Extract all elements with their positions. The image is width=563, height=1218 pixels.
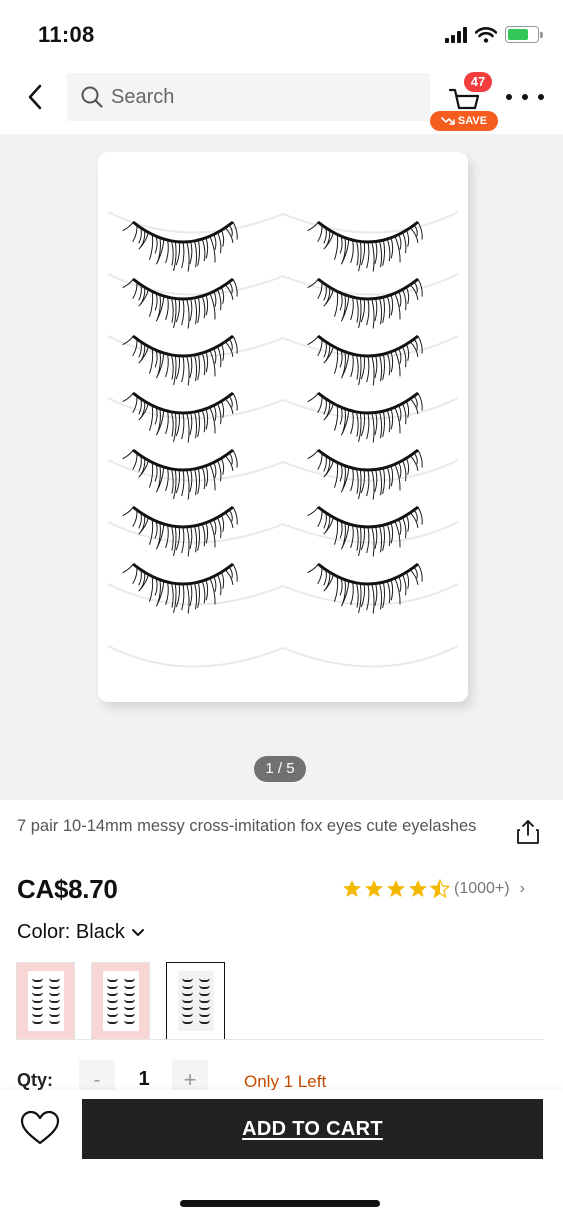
share-button[interactable] xyxy=(514,818,542,846)
swatch-thumbnail xyxy=(102,971,139,1031)
save-label: SAVE xyxy=(457,115,488,127)
product-title: 7 pair 10-14mm messy cross-imitation fox… xyxy=(17,817,477,835)
product-price: CA$8.70 xyxy=(17,874,118,904)
eyelash xyxy=(307,220,423,272)
eyelash xyxy=(307,391,423,443)
eyelash xyxy=(122,220,238,272)
eyelash xyxy=(307,505,423,557)
star-icon xyxy=(365,880,383,897)
status-icons xyxy=(445,26,543,43)
stock-note: Only 1 Left xyxy=(244,1072,327,1091)
product-image xyxy=(98,152,468,702)
color-label: Color: Black xyxy=(17,921,125,943)
heart-icon xyxy=(20,1110,60,1145)
swatch-black[interactable] xyxy=(166,962,225,1040)
star-icon xyxy=(409,880,427,897)
battery-level xyxy=(508,29,528,40)
status-time: 11:08 xyxy=(38,22,95,47)
eyelash xyxy=(307,562,423,614)
star-icon xyxy=(387,880,405,897)
qty-label: Qty: xyxy=(17,1070,53,1090)
eyelash xyxy=(307,277,423,329)
swatch-pink-1[interactable] xyxy=(16,962,75,1040)
swatch-thumbnail xyxy=(27,971,64,1031)
trend-down-icon xyxy=(441,117,455,125)
rating[interactable]: (1000+) › xyxy=(342,879,525,899)
chevron-down-icon xyxy=(131,928,144,936)
half-star-icon xyxy=(430,879,450,899)
signal-icon xyxy=(445,26,467,43)
eyelash-tray-illustration xyxy=(107,211,459,668)
product-image-gallery[interactable]: 1 / 5 xyxy=(0,134,563,800)
color-swatches xyxy=(16,962,225,1040)
search-placeholder: Search xyxy=(111,85,175,108)
header: Search 47 SAVE xyxy=(0,68,563,131)
save-badge: SAVE xyxy=(430,111,498,131)
status-bar: 11:08 xyxy=(0,0,563,68)
eyelash xyxy=(122,448,238,500)
divider xyxy=(17,1039,543,1040)
more-button[interactable] xyxy=(506,90,544,104)
star-icon xyxy=(343,880,361,897)
cart-button[interactable]: 47 SAVE xyxy=(430,72,498,131)
bottom-action-bar: ADD TO CART xyxy=(0,1090,563,1218)
eyelash xyxy=(122,334,238,386)
qty-value: 1 xyxy=(138,1068,150,1090)
battery-icon xyxy=(505,26,543,43)
cart-count-badge: 47 xyxy=(464,72,492,92)
wishlist-button[interactable] xyxy=(20,1110,60,1148)
wifi-icon xyxy=(475,26,497,43)
rating-count: (1000+) xyxy=(454,880,510,897)
color-selector[interactable]: Color: Black xyxy=(17,921,145,944)
share-icon xyxy=(517,820,539,844)
eyelash xyxy=(307,334,423,386)
search-icon xyxy=(81,86,103,108)
add-to-cart-button[interactable]: ADD TO CART xyxy=(82,1099,543,1159)
add-to-cart-label: ADD TO CART xyxy=(242,1117,383,1140)
eyelash xyxy=(122,505,238,557)
back-button[interactable] xyxy=(18,80,52,114)
image-pager: 1 / 5 xyxy=(254,756,306,782)
swatch-pink-2[interactable] xyxy=(91,962,150,1040)
eyelash xyxy=(122,562,238,614)
swatch-thumbnail xyxy=(177,971,214,1031)
home-indicator xyxy=(180,1200,380,1207)
chevron-right-icon: › xyxy=(519,880,525,897)
chevron-left-icon xyxy=(28,84,42,110)
more-icon xyxy=(506,94,512,100)
search-input[interactable]: Search xyxy=(67,73,430,121)
